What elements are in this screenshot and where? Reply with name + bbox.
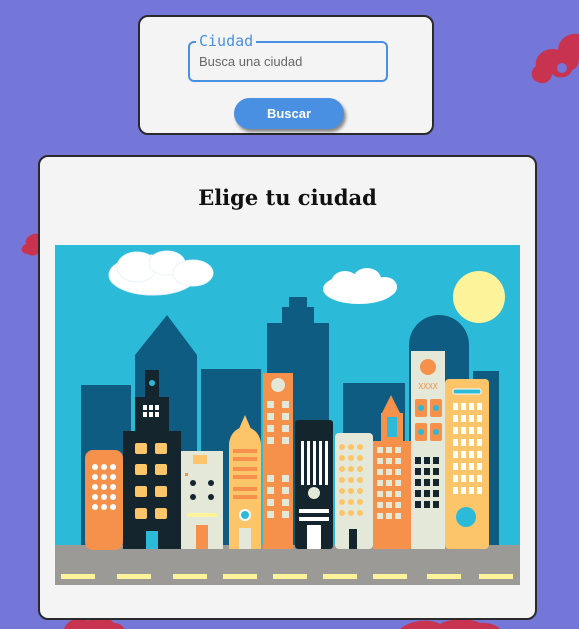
page-title: Elige tu ciudad	[198, 185, 377, 210]
search-button[interactable]: Buscar	[234, 98, 344, 129]
city-fieldset: Ciudad	[188, 32, 388, 82]
red-cloud-decoration-icon	[531, 33, 579, 84]
building-sign-text: XXXX	[418, 382, 437, 391]
red-cloud-decoration-icon	[21, 233, 40, 256]
search-card: Ciudad Buscar	[138, 15, 434, 135]
city-card: Elige tu ciudad XXXX	[38, 155, 537, 620]
city-legend: Ciudad	[196, 32, 257, 50]
city-search-input[interactable]	[199, 54, 379, 69]
city-skyline-illustration: XXXX	[55, 245, 520, 585]
sun-icon	[453, 271, 505, 323]
